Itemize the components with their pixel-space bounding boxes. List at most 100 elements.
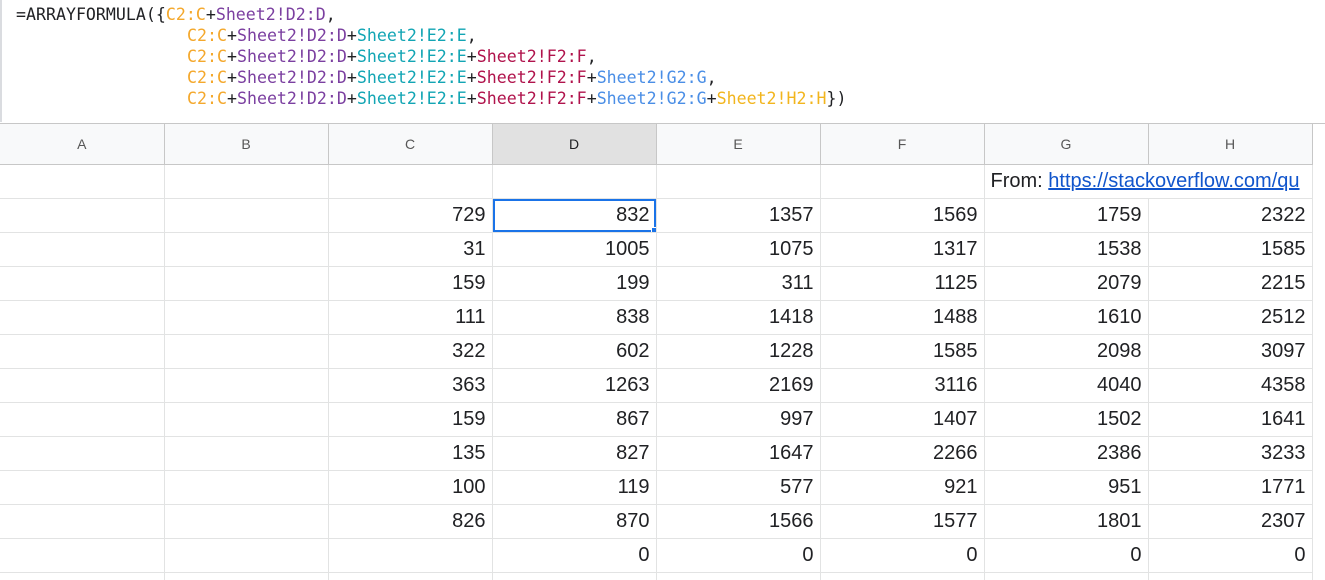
active-cell[interactable]: 832 bbox=[492, 198, 657, 233]
cell-g3[interactable]: 1538 bbox=[984, 232, 1149, 267]
cell-a8[interactable] bbox=[0, 402, 165, 437]
cell-a1[interactable] bbox=[0, 164, 165, 199]
cell-g1[interactable]: From: https://stackoverflow.com/qu bbox=[984, 164, 1313, 199]
cell-d8[interactable]: 867 bbox=[492, 402, 657, 437]
cell-b5[interactable] bbox=[164, 300, 329, 335]
cell-f7[interactable]: 3116 bbox=[820, 368, 985, 403]
cell-h12[interactable]: 0 bbox=[1148, 538, 1313, 573]
cell-f6[interactable]: 1585 bbox=[820, 334, 985, 369]
cell-a10[interactable] bbox=[0, 470, 165, 505]
cell-c3[interactable]: 31 bbox=[328, 232, 493, 267]
column-header-h[interactable]: H bbox=[1148, 124, 1313, 165]
cell-d12[interactable]: 0 bbox=[492, 538, 657, 573]
cell-b6[interactable] bbox=[164, 334, 329, 369]
cell-a13[interactable] bbox=[0, 572, 165, 580]
cell-f1[interactable] bbox=[820, 164, 985, 199]
cell-e3[interactable]: 1075 bbox=[656, 232, 821, 267]
cell-e1[interactable] bbox=[656, 164, 821, 199]
cell-h4[interactable]: 2215 bbox=[1148, 266, 1313, 301]
cell-c5[interactable]: 111 bbox=[328, 300, 493, 335]
cell-d13[interactable] bbox=[492, 572, 657, 580]
cell-b4[interactable] bbox=[164, 266, 329, 301]
cell-f9[interactable]: 2266 bbox=[820, 436, 985, 471]
cell-a4[interactable] bbox=[0, 266, 165, 301]
cell-f2[interactable]: 1569 bbox=[820, 198, 985, 233]
cell-a7[interactable] bbox=[0, 368, 165, 403]
column-header-b[interactable]: B bbox=[164, 124, 329, 165]
cell-f13[interactable] bbox=[820, 572, 985, 580]
fill-handle[interactable] bbox=[650, 226, 655, 231]
cell-g9[interactable]: 2386 bbox=[984, 436, 1149, 471]
cell-c4[interactable]: 159 bbox=[328, 266, 493, 301]
cell-h10[interactable]: 1771 bbox=[1148, 470, 1313, 505]
cell-a3[interactable] bbox=[0, 232, 165, 267]
cell-c9[interactable]: 135 bbox=[328, 436, 493, 471]
cell-e12[interactable]: 0 bbox=[656, 538, 821, 573]
cell-c11[interactable]: 826 bbox=[328, 504, 493, 539]
cell-g7[interactable]: 4040 bbox=[984, 368, 1149, 403]
cell-b1[interactable] bbox=[164, 164, 329, 199]
cell-h9[interactable]: 3233 bbox=[1148, 436, 1313, 471]
cell-f8[interactable]: 1407 bbox=[820, 402, 985, 437]
cell-g8[interactable]: 1502 bbox=[984, 402, 1149, 437]
cell-d3[interactable]: 1005 bbox=[492, 232, 657, 267]
cell-e6[interactable]: 1228 bbox=[656, 334, 821, 369]
cell-h5[interactable]: 2512 bbox=[1148, 300, 1313, 335]
cell-g5[interactable]: 1610 bbox=[984, 300, 1149, 335]
cell-c13[interactable] bbox=[328, 572, 493, 580]
cell-a2[interactable] bbox=[0, 198, 165, 233]
cell-e13[interactable] bbox=[656, 572, 821, 580]
cell-a9[interactable] bbox=[0, 436, 165, 471]
cell-b13[interactable] bbox=[164, 572, 329, 580]
cell-b10[interactable] bbox=[164, 470, 329, 505]
cell-f3[interactable]: 1317 bbox=[820, 232, 985, 267]
cell-e11[interactable]: 1566 bbox=[656, 504, 821, 539]
cell-a6[interactable] bbox=[0, 334, 165, 369]
cell-e4[interactable]: 311 bbox=[656, 266, 821, 301]
cell-h3[interactable]: 1585 bbox=[1148, 232, 1313, 267]
cell-d5[interactable]: 838 bbox=[492, 300, 657, 335]
cell-d11[interactable]: 870 bbox=[492, 504, 657, 539]
cell-e8[interactable]: 997 bbox=[656, 402, 821, 437]
column-header-f[interactable]: F bbox=[820, 124, 985, 165]
cell-c6[interactable]: 322 bbox=[328, 334, 493, 369]
cell-b12[interactable] bbox=[164, 538, 329, 573]
column-header-e[interactable]: E bbox=[656, 124, 821, 165]
cell-a11[interactable] bbox=[0, 504, 165, 539]
cell-h2[interactable]: 2322 bbox=[1148, 198, 1313, 233]
cell-e2[interactable]: 1357 bbox=[656, 198, 821, 233]
cell-c1[interactable] bbox=[328, 164, 493, 199]
source-link[interactable]: https://stackoverflow.com/qu bbox=[1048, 170, 1299, 192]
cell-a12[interactable] bbox=[0, 538, 165, 573]
cell-g13[interactable] bbox=[984, 572, 1149, 580]
cell-d6[interactable]: 602 bbox=[492, 334, 657, 369]
cell-d9[interactable]: 827 bbox=[492, 436, 657, 471]
cell-h7[interactable]: 4358 bbox=[1148, 368, 1313, 403]
cell-d10[interactable]: 119 bbox=[492, 470, 657, 505]
cell-g6[interactable]: 2098 bbox=[984, 334, 1149, 369]
column-header-d[interactable]: D bbox=[492, 124, 657, 165]
formula-bar[interactable]: =ARRAYFORMULA({C2:C+Sheet2!D2:D, C2:C+Sh… bbox=[0, 0, 1325, 124]
cell-e7[interactable]: 2169 bbox=[656, 368, 821, 403]
cell-b7[interactable] bbox=[164, 368, 329, 403]
cell-b3[interactable] bbox=[164, 232, 329, 267]
cell-e9[interactable]: 1647 bbox=[656, 436, 821, 471]
cell-f11[interactable]: 1577 bbox=[820, 504, 985, 539]
cell-c12[interactable] bbox=[328, 538, 493, 573]
cell-h8[interactable]: 1641 bbox=[1148, 402, 1313, 437]
cell-a5[interactable] bbox=[0, 300, 165, 335]
cell-g12[interactable]: 0 bbox=[984, 538, 1149, 573]
cell-d1[interactable] bbox=[492, 164, 657, 199]
cell-d7[interactable]: 1263 bbox=[492, 368, 657, 403]
cell-b11[interactable] bbox=[164, 504, 329, 539]
cell-b2[interactable] bbox=[164, 198, 329, 233]
spreadsheet-grid[interactable]: ABCDEFGH From: https://stackoverflow.com… bbox=[0, 124, 1325, 580]
cell-g10[interactable]: 951 bbox=[984, 470, 1149, 505]
cell-h6[interactable]: 3097 bbox=[1148, 334, 1313, 369]
cell-f5[interactable]: 1488 bbox=[820, 300, 985, 335]
column-header-g[interactable]: G bbox=[984, 124, 1149, 165]
cell-c2[interactable]: 729 bbox=[328, 198, 493, 233]
cell-c8[interactable]: 159 bbox=[328, 402, 493, 437]
cell-f4[interactable]: 1125 bbox=[820, 266, 985, 301]
cell-h11[interactable]: 2307 bbox=[1148, 504, 1313, 539]
